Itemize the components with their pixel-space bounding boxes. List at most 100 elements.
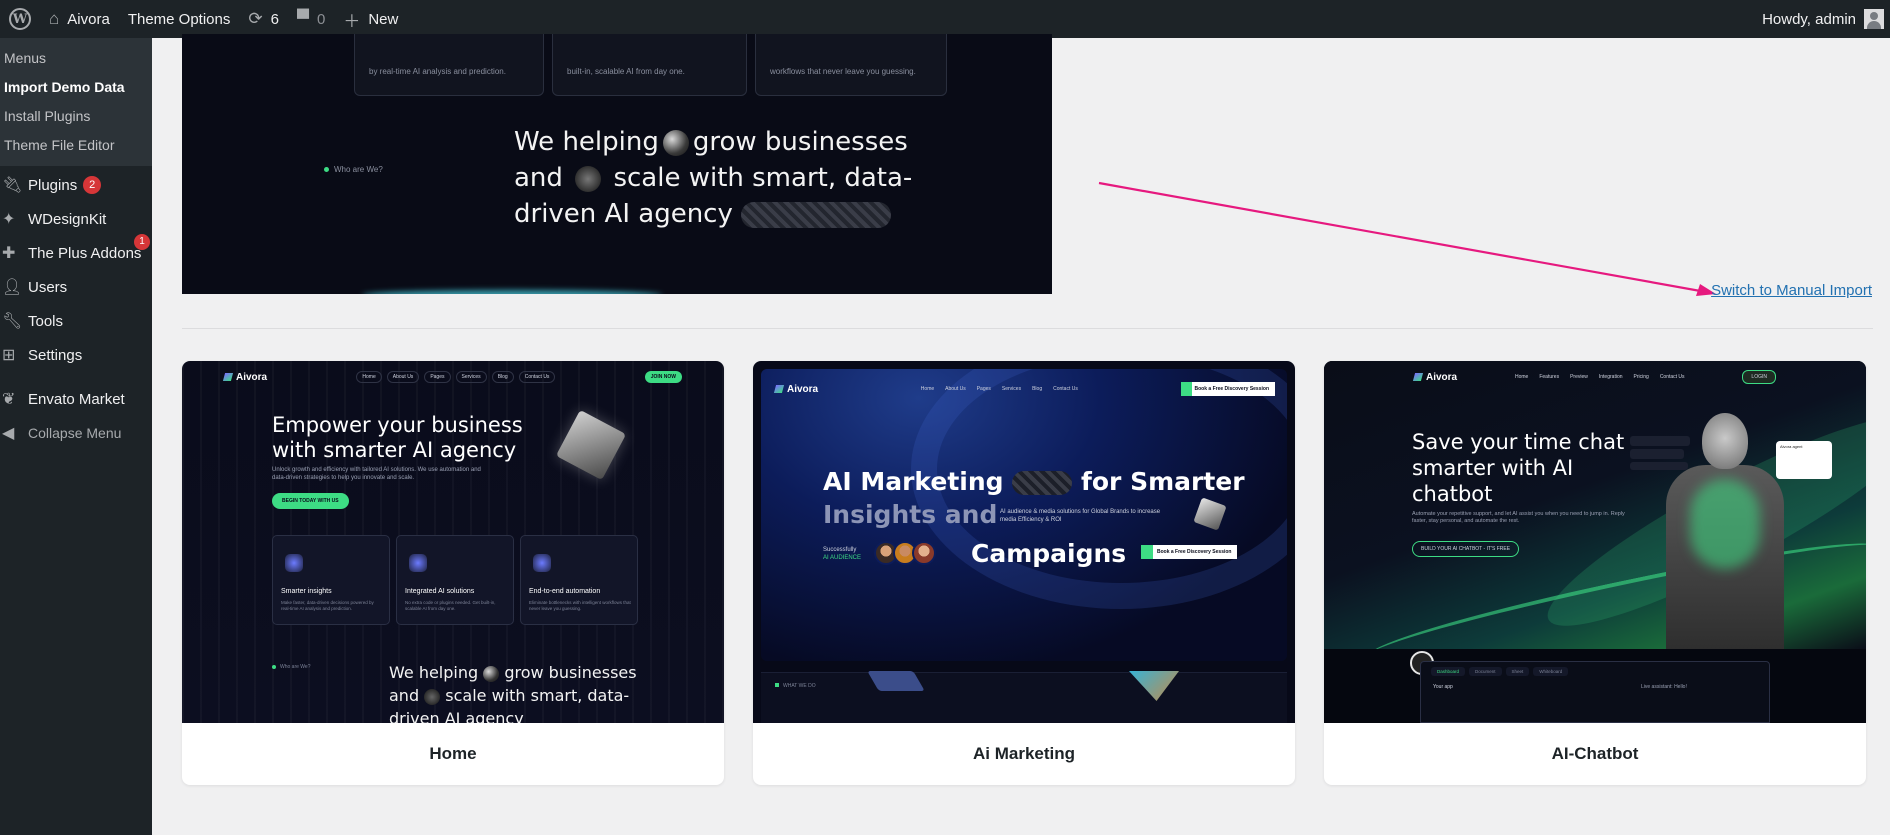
plugins-update-badge: 2 xyxy=(83,176,102,194)
mini-nav: Aivora Home Features Preview Integration… xyxy=(1414,369,1776,385)
chat-bubble xyxy=(1630,449,1684,459)
comment-icon: ▀ xyxy=(296,9,309,28)
mini-nav-link: Contact Us xyxy=(1053,386,1078,392)
hero-text: driven AI agency xyxy=(514,199,733,229)
demo-card-ai-marketing[interactable]: Aivora Home About Us Pages Services Blog… xyxy=(753,361,1295,785)
envato-icon: ❦ xyxy=(2,391,16,408)
mini-nav-link: Blog xyxy=(491,371,514,383)
hero-text: scale with smart, data- xyxy=(445,686,630,705)
demo-caption: Ai Marketing xyxy=(972,744,1076,763)
sidebar-item-wdesignkit[interactable]: ✦ WDesignKit xyxy=(0,202,152,236)
demo-cta: Book a Free Discovery Session xyxy=(1141,545,1238,559)
demo-headline: Empower your business with smarter AI ag… xyxy=(272,413,523,462)
switch-to-manual-import-link[interactable]: Switch to Manual Import xyxy=(1711,282,1872,299)
sidebar-item-the-plus-addons[interactable]: ✚ The Plus Addons 1 xyxy=(0,234,152,270)
demo-caption: Home xyxy=(429,744,477,763)
mini-nav-links: Home Features Preview Integration Pricin… xyxy=(1512,372,1688,382)
preview-feature-text: workflows that never leave you guessing. xyxy=(770,67,916,76)
sidebar-item-tools[interactable]: 🔧︎ Tools xyxy=(0,304,152,338)
automation-icon xyxy=(533,554,551,572)
updates-link[interactable]: ⟳ 6 xyxy=(239,0,288,38)
mini-nav-link: Home xyxy=(920,386,935,392)
headline-text: AI Marketing xyxy=(823,467,1004,496)
submenu-import-demo-data[interactable]: Import Demo Data xyxy=(0,73,152,102)
sidebar-item-label: WDesignKit xyxy=(28,210,107,228)
demo-headline-2: Insights and xyxy=(823,500,998,529)
mini-nav: Aivora Home About Us Pages Services Blog… xyxy=(775,379,1275,399)
demo-button: BEGIN TODAY WITH US xyxy=(272,493,349,509)
demo-thumbnail: Aivora Home Features Preview Integration… xyxy=(1324,361,1866,723)
collapse-menu-label: Collapse Menu xyxy=(28,425,122,441)
sidebar-item-settings[interactable]: ⊞ Settings xyxy=(0,338,152,372)
mini-nav-link: About Us xyxy=(386,371,420,383)
dashboard-tab: Dashboard xyxy=(1431,667,1466,676)
plus-icon: ＋ xyxy=(343,11,361,31)
my-account-link[interactable]: Howdy, admin xyxy=(1753,0,1884,38)
greeting: Howdy, admin xyxy=(1762,10,1856,28)
hero-text: We helping xyxy=(389,663,479,682)
mini-nav-link: Services xyxy=(1001,386,1022,392)
shape-graphic xyxy=(1129,671,1179,701)
dashboard-mockup: Dashboard Document Sheet Whiteboard Your… xyxy=(1420,661,1770,723)
success-accent-text: AI AUDIENCE xyxy=(823,555,862,561)
feature-text: Eliminate bottlenecks with intelligent w… xyxy=(529,600,631,611)
chat-agent-name: Aivora agent xyxy=(1780,444,1803,449)
demo-card-ai-chatbot[interactable]: Aivora Home Features Preview Integration… xyxy=(1324,361,1866,785)
collapse-menu-button[interactable]: ◀ Collapse Menu xyxy=(0,416,152,450)
demo-headline-3: Campaigns xyxy=(971,539,1127,568)
success-label: Successfully AI AUDIENCE xyxy=(823,546,861,562)
feature-title: End-to-end automation xyxy=(529,588,601,595)
demo-subtext: AI audience & media solutions for Global… xyxy=(1000,509,1161,523)
sidebar-item-envato-market[interactable]: ❦ Envato Market xyxy=(0,382,152,416)
submenu-install-plugins[interactable]: Install Plugins xyxy=(0,102,152,131)
theme-options-link[interactable]: Theme Options xyxy=(119,0,240,38)
dashboard-tabs: Dashboard Document Sheet Whiteboard xyxy=(1431,667,1569,676)
hero-text: grow businesses xyxy=(504,663,637,682)
hero-text: We helping xyxy=(514,127,659,157)
dashboard-tab: Whiteboard xyxy=(1533,667,1569,676)
comments-link[interactable]: ▀ 0 xyxy=(288,0,334,38)
mini-nav-link: Pages xyxy=(976,386,991,392)
site-name-link[interactable]: ⌂ Aivora xyxy=(40,0,119,38)
submenu-menus[interactable]: Menus xyxy=(0,44,152,73)
new-content-link[interactable]: ＋ New xyxy=(334,0,407,38)
settings-icon: ⊞ xyxy=(2,347,16,364)
mini-nav-link: Pages xyxy=(424,371,451,383)
comments-count: 0 xyxy=(317,10,326,28)
orb-icon xyxy=(662,129,689,156)
chat-card: Aivora agent xyxy=(1776,441,1832,479)
feature-card: End-to-end automation Eliminate bottlenec… xyxy=(520,535,638,625)
home-icon: ⌂ xyxy=(49,9,60,28)
sidebar-item-users[interactable]: 👤︎ Users xyxy=(0,270,152,304)
mini-nav-link: Home xyxy=(356,371,382,383)
wrench-icon: 🔧︎ xyxy=(2,313,23,330)
demo-headline: AI Marketing for Smarter xyxy=(823,467,1245,496)
mini-nav-link: About Us xyxy=(945,386,966,392)
feature-text: No extra code or plugins needed. Get bui… xyxy=(405,600,496,611)
hero-text: and xyxy=(389,686,420,705)
submenu-theme-file-editor[interactable]: Theme File Editor xyxy=(0,131,152,160)
wordpress-icon: W xyxy=(9,8,31,30)
avatar xyxy=(912,541,936,565)
shape-graphic xyxy=(867,671,925,691)
avatar-group xyxy=(874,541,936,565)
mini-nav-link: Home xyxy=(1515,374,1529,380)
demo-card-home[interactable]: Aivora Home About Us Pages Services Blog… xyxy=(182,361,724,785)
wordpress-logo-menu[interactable]: W xyxy=(0,0,40,38)
mini-nav-links: Home About Us Pages Services Blog Contac… xyxy=(918,384,1081,394)
collapse-icon: ◀ xyxy=(2,425,15,442)
demo-thumbnail: Aivora Home About Us Pages Services Blog… xyxy=(753,361,1295,723)
users-icon: 👤︎ xyxy=(2,279,23,296)
figure-icon xyxy=(424,688,441,705)
preview-feature-card: workflows that never leave you guessing. xyxy=(755,34,947,96)
mini-nav-link: Blog xyxy=(1032,386,1043,392)
feature-card: Smarter insights Make faster, data-driven… xyxy=(272,535,390,625)
sidebar-item-plugins[interactable]: 🔌︎ Plugins 2 xyxy=(0,168,152,202)
what-we-do-section: WHAT WE DO xyxy=(761,671,1287,723)
mini-login: LOGIN xyxy=(1742,370,1776,384)
hero-text: driven AI agency xyxy=(389,709,524,723)
mini-nav-link: Integration xyxy=(1598,374,1623,380)
blurred-pill-image xyxy=(741,201,892,228)
hero-panel: Aivora Home About Us Pages Services Blog… xyxy=(761,369,1287,661)
preview-hero-text: We helping grow businesses and scale with… xyxy=(514,124,934,232)
